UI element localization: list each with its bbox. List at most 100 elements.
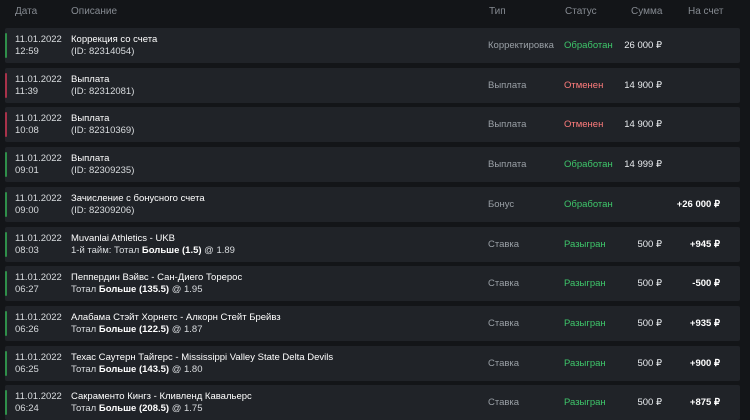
header-status[interactable]: Статус	[565, 6, 597, 17]
row-type: Ставка	[488, 278, 520, 290]
row-title: Выплата	[71, 153, 110, 165]
row-title: Сакраменто Кингз - Кливленд Кавальерс	[71, 391, 252, 403]
row-type: Ставка	[488, 357, 520, 369]
row-detail-prefix: Тотал	[71, 323, 99, 335]
row-status: Обработан	[564, 159, 613, 171]
row-status-bar	[5, 191, 7, 217]
row-detail-prefix: (ID: 82314054)	[71, 46, 135, 57]
row-detail-bold: Больше (208.5)	[98, 403, 170, 415]
table-row[interactable]: 11.01.2022 12:59 Коррекция со счета (ID: 82…	[5, 28, 740, 63]
row-title: Алабама Стэйт Хорнетс - Алкорн Стейт Бре…	[71, 311, 281, 323]
row-detail: (ID: 82314054)	[71, 46, 134, 57]
row-detail: (ID: 82309206)	[71, 205, 134, 216]
row-status: Разыгран	[564, 278, 606, 290]
row-title: Выплата	[71, 113, 110, 125]
table-row[interactable]: 11.01.2022 06:25 Техас Саутерн Тайгерс - M…	[5, 345, 740, 381]
row-detail: (ID: 82312081)	[71, 86, 134, 97]
row-status: Разыгран	[564, 397, 606, 409]
row-status-bar	[5, 350, 7, 376]
row-date: 11.01.2022	[15, 272, 62, 284]
row-status-bar	[5, 112, 7, 138]
row-time: 09:01	[15, 165, 39, 177]
row-status-bar	[5, 33, 7, 58]
row-title: Зачисление с бонусного счета	[71, 192, 205, 204]
table-row[interactable]: 11.01.2022 09:00 Зачисление с бонусного сч…	[5, 186, 740, 222]
row-balance: +935 ₽	[689, 317, 720, 329]
row-balance: +900 ₽	[689, 357, 720, 369]
row-status: Разыгран	[564, 317, 606, 329]
table-row[interactable]: 11.01.2022 08:03 Muvanlai Athletics - UKB 1…	[5, 226, 740, 262]
row-time: 06:26	[15, 323, 39, 335]
row-date: 11.01.2022	[15, 391, 62, 403]
row-type: Выплата	[488, 159, 527, 171]
row-status-bar	[5, 271, 7, 297]
table-row[interactable]: 11.01.2022 10:08 Выплата (ID: 82310369) Выпл…	[5, 107, 740, 143]
table-row[interactable]: 11.01.2022 06:26 Алабама Стэйт Хорнетс - А…	[5, 305, 740, 341]
row-date: 11.01.2022	[15, 311, 62, 323]
row-detail: Тотал Больше (208.5) @ 1.75	[71, 403, 203, 414]
row-amount: 14 999 ₽	[624, 159, 662, 171]
row-detail-bold: Больше (1.5)	[141, 244, 202, 256]
table-row[interactable]: 11.01.2022 11:39 Выплата (ID: 82312081) Выпл…	[5, 67, 740, 103]
row-title: Muvanlai Athletics - UKB	[71, 232, 176, 244]
row-type: Ставка	[488, 317, 520, 329]
row-title: Выплата	[71, 73, 110, 85]
table-row[interactable]: 11.01.2022 06:27 Пеппердин Вэйвс - Сан-Дие…	[5, 266, 740, 302]
row-detail-suffix: @ 1.87	[169, 323, 203, 335]
row-time: 08:03	[15, 244, 39, 256]
table-row[interactable]: 11.01.2022 06:24 Сакраменто Кингз - Кливле…	[5, 385, 740, 420]
row-detail-prefix: (ID: 82310369)	[71, 125, 135, 137]
row-time: 10:08	[15, 125, 39, 137]
row-detail-prefix: Тотал	[71, 363, 99, 375]
row-type: Выплата	[488, 79, 527, 91]
row-time: 11:39	[15, 85, 39, 97]
row-title: Пеппердин Вэйвс - Сан-Диего Торерос	[71, 272, 243, 284]
row-amount: 500 ₽	[637, 238, 662, 250]
row-status: Отменен	[564, 79, 604, 91]
row-detail-prefix: (ID: 82312081)	[71, 85, 135, 97]
row-detail-prefix: (ID: 82309235)	[71, 165, 135, 177]
header-date[interactable]: Дата	[15, 6, 37, 17]
row-time: 06:24	[15, 403, 39, 415]
row-detail-suffix: @ 1.75	[169, 403, 203, 415]
row-detail-bold: Больше (122.5)	[98, 323, 170, 335]
row-status: Разыгран	[564, 238, 606, 250]
row-amount: 500 ₽	[637, 397, 662, 409]
row-date: 11.01.2022	[15, 351, 62, 363]
header-balance[interactable]: На счет	[688, 6, 723, 17]
row-detail-suffix: @ 1.80	[169, 363, 203, 375]
row-type: Бонус	[488, 198, 515, 210]
table-header: Дата Описание Тип Статус Сумма На счет	[0, 0, 750, 24]
row-date: 11.01.2022	[15, 73, 62, 85]
row-detail: (ID: 82310369)	[71, 125, 134, 136]
row-balance: +26 000 ₽	[676, 198, 720, 210]
row-detail: (ID: 82309235)	[71, 165, 134, 176]
header-type[interactable]: Тип	[489, 6, 506, 17]
row-date: 11.01.2022	[15, 153, 62, 165]
row-balance: +875 ₽	[689, 397, 720, 409]
row-status-bar	[5, 72, 7, 98]
row-detail-prefix: Тотал	[71, 284, 99, 296]
row-status: Обработан	[564, 198, 613, 210]
row-time: 12:59	[15, 46, 39, 57]
row-detail: Тотал Больше (122.5) @ 1.87	[71, 324, 203, 335]
row-type: Выплата	[488, 119, 527, 131]
row-time: 06:25	[15, 363, 39, 375]
row-amount: 14 900 ₽	[624, 79, 662, 91]
row-amount: 500 ₽	[637, 278, 662, 290]
row-type: Корректировка	[488, 40, 554, 51]
row-date: 11.01.2022	[15, 232, 62, 244]
row-detail-prefix: 1-й тайм: Тотал	[71, 244, 142, 256]
row-status: Разыгран	[564, 357, 606, 369]
row-detail-suffix: @ 1.95	[169, 284, 203, 296]
row-amount: 26 000 ₽	[624, 40, 662, 51]
row-status-bar	[5, 231, 7, 257]
row-status-bar	[5, 310, 7, 336]
header-description[interactable]: Описание	[71, 6, 117, 17]
row-detail: Тотал Больше (143.5) @ 1.80	[71, 364, 203, 375]
table-row[interactable]: 11.01.2022 09:01 Выплата (ID: 82309235) Выпл…	[5, 147, 740, 183]
row-time: 09:00	[15, 204, 39, 216]
header-amount[interactable]: Сумма	[631, 6, 662, 17]
row-status-bar	[5, 152, 7, 178]
row-amount: 500 ₽	[637, 357, 662, 369]
